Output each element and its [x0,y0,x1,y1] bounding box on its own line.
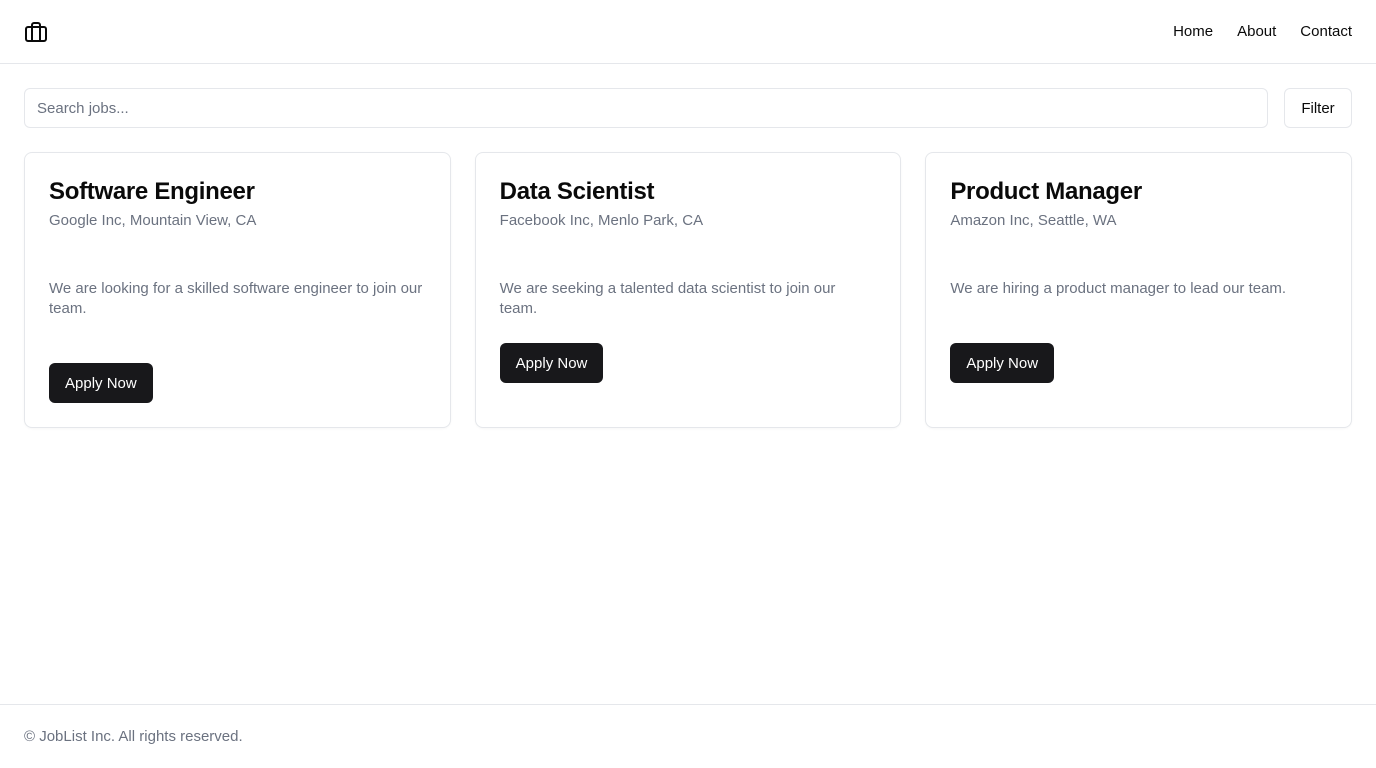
site-header: Home About Contact [0,0,1376,64]
search-input[interactable] [24,88,1268,128]
apply-now-button[interactable]: Apply Now [49,363,153,403]
main-nav: Home About Contact [1173,23,1352,40]
search-bar: Filter [24,88,1352,128]
nav-contact-link[interactable]: Contact [1300,23,1352,40]
filter-button[interactable]: Filter [1284,88,1352,128]
nav-home-link[interactable]: Home [1173,23,1213,40]
job-card-software-engineer: Software Engineer Google Inc, Mountain V… [24,152,451,428]
job-company-location: Amazon Inc, Seattle, WA [950,212,1117,229]
job-company-location: Google Inc, Mountain View, CA [49,212,257,229]
job-company-location: Facebook Inc, Menlo Park, CA [499,212,704,229]
job-list: Software Engineer Google Inc, Mountain V… [24,152,1353,428]
job-description: We are seeking a talented data scientist… [499,280,836,317]
job-description: We are hiring a product manager to lead … [950,280,1287,297]
copyright-text: © JobList Inc. All rights reserved. [24,728,243,745]
apply-now-button[interactable]: Apply Now [499,343,604,383]
job-card-data-scientist: Data Scientist Facebook Inc, Menlo Park,… [474,152,902,428]
nav-about-link[interactable]: About [1237,23,1276,40]
job-title: Software Engineer [49,178,255,205]
job-description: We are looking for a skilled software en… [49,280,423,317]
site-footer: © JobList Inc. All rights reserved. [0,704,1376,768]
job-title: Data Scientist [499,178,655,205]
job-title: Product Manager [950,178,1142,205]
apply-now-button[interactable]: Apply Now [950,343,1055,383]
briefcase-icon[interactable] [24,20,48,44]
job-card-product-manager: Product Manager Amazon Inc, Seattle, WA … [925,152,1353,428]
